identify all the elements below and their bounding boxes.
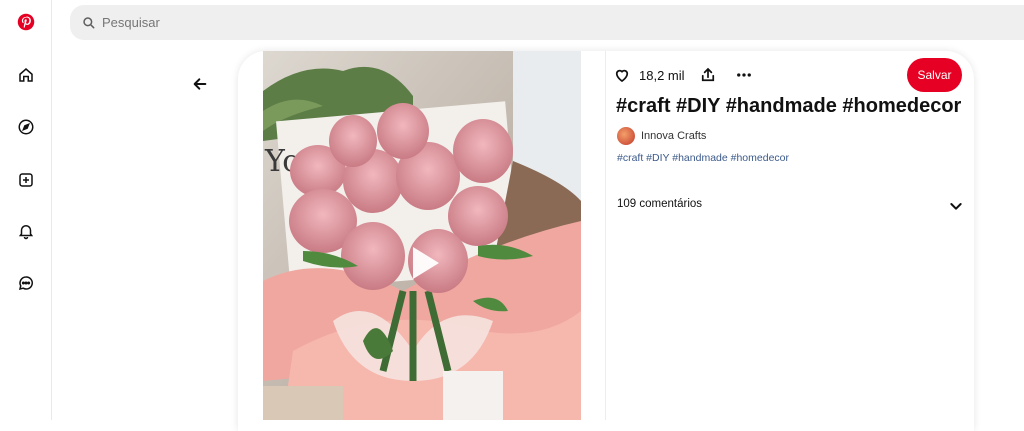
- bell-icon[interactable]: [14, 219, 38, 243]
- pin-actions: 18,2 mil: [613, 62, 753, 88]
- pin-hashtags[interactable]: #craft #DIY #handmade #homedecor: [617, 152, 789, 164]
- chat-icon[interactable]: [14, 271, 38, 295]
- avatar[interactable]: [617, 127, 635, 145]
- search-icon: [83, 16, 95, 28]
- save-button[interactable]: Salvar: [907, 58, 962, 92]
- like-count: 18,2 mil: [639, 67, 685, 83]
- more-options-icon[interactable]: [735, 63, 753, 87]
- author-name[interactable]: Innova Crafts: [641, 130, 706, 142]
- pin-title: #craft #DIY #handmade #homedecor: [616, 95, 962, 117]
- search-input[interactable]: [102, 15, 502, 30]
- tulip-bouquet-image: You: [263, 51, 581, 420]
- comments-count[interactable]: 109 comentários: [617, 198, 702, 210]
- back-arrow-icon[interactable]: [188, 72, 212, 96]
- left-nav-rail: [0, 0, 52, 420]
- play-button-icon[interactable]: [403, 241, 447, 285]
- like-heart-icon[interactable]: [613, 63, 631, 87]
- pinterest-logo-icon[interactable]: [14, 10, 38, 34]
- author-row[interactable]: Innova Crafts: [617, 127, 706, 145]
- share-icon[interactable]: [699, 63, 717, 87]
- home-icon[interactable]: [14, 63, 38, 87]
- search-bar[interactable]: [70, 5, 1024, 40]
- compass-icon[interactable]: [14, 115, 38, 139]
- plus-square-icon[interactable]: [14, 168, 38, 192]
- pin-video[interactable]: You: [263, 51, 581, 420]
- chevron-down-icon[interactable]: [946, 196, 966, 216]
